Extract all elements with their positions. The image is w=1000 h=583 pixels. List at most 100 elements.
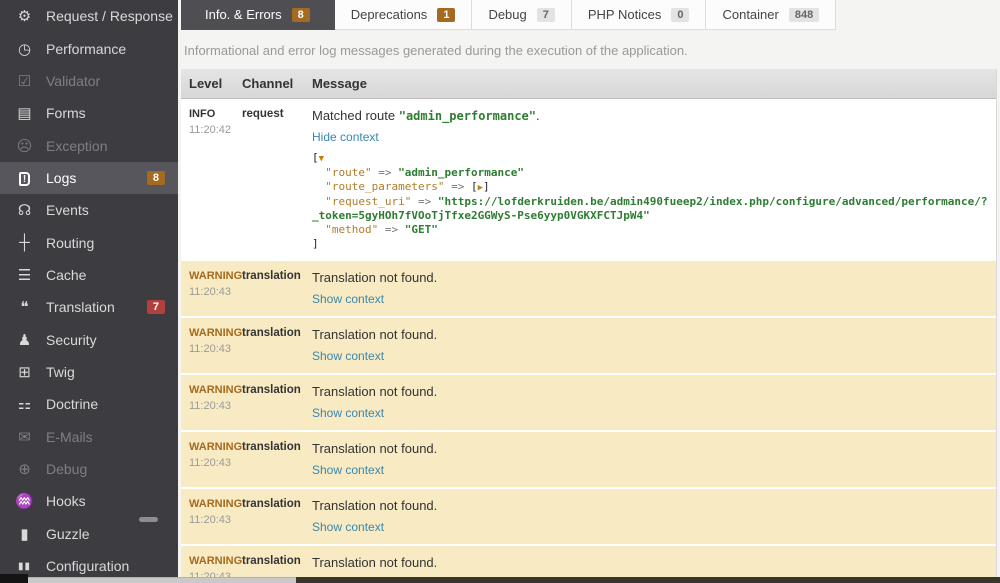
log-channel: translation <box>234 261 304 316</box>
message-cell: Translation not found. Show context <box>304 375 996 430</box>
log-time: 11:20:43 <box>189 400 226 412</box>
sidebar-item-label: Translation <box>46 299 115 315</box>
log-time: 11:20:43 <box>189 514 226 526</box>
log-level: WARNING <box>189 441 226 453</box>
translate-icon: ❝ <box>13 298 36 316</box>
sidebar-item-translation[interactable]: ❝ Translation 7 <box>0 291 178 323</box>
log-time: 11:20:42 <box>189 124 226 136</box>
log-channel: translation <box>234 375 304 430</box>
level-cell: WARNING 11:20:43 <box>181 489 234 544</box>
dump-line: "route_parameters" => [▶] <box>312 180 988 195</box>
sidebar-item-hooks[interactable]: ♒Hooks <box>0 485 178 517</box>
sidebar-badge: 8 <box>147 171 165 185</box>
tab-debug[interactable]: Debug7 <box>472 0 571 30</box>
column-header-level: Level <box>181 69 234 98</box>
context-toggle-link[interactable]: Show context <box>312 292 384 306</box>
sidebar-item-label: Logs <box>46 170 76 186</box>
sidebar-item-routing[interactable]: ┼Routing <box>0 226 178 258</box>
panel-description: Informational and error log messages gen… <box>184 43 997 58</box>
logs-panel: Info. & Errors8Deprecations1Debug7PHP No… <box>181 0 1000 583</box>
log-level: INFO <box>189 108 226 120</box>
sidebar-item-label: Configuration <box>46 558 129 574</box>
message-text: Translation not found. <box>312 270 437 285</box>
message-text: Translation not found. <box>312 498 437 513</box>
sidebar-item-label: Exception <box>46 138 107 154</box>
sidebar-item-performance[interactable]: ◷Performance <box>0 32 178 64</box>
log-level: WARNING <box>189 498 226 510</box>
tab-container[interactable]: Container848 <box>706 0 836 30</box>
message-text: Translation not found. <box>312 384 437 399</box>
log-channel: translation <box>234 432 304 487</box>
sidebar-item-forms[interactable]: ▤Forms <box>0 97 178 129</box>
log-table: LevelChannelMessage INFO11:20:42requestM… <box>181 69 997 583</box>
log-channel: translation <box>234 489 304 544</box>
sidebar-item-doctrine[interactable]: ⚏Doctrine <box>0 388 178 420</box>
sidebar-item-label: Doctrine <box>46 396 98 412</box>
sidebar-item-label: Performance <box>46 41 126 57</box>
debug-icon: ⊕ <box>13 460 36 478</box>
tab-php-notices[interactable]: PHP Notices0 <box>572 0 707 30</box>
horizontal-scrollbar-thumb[interactable] <box>296 577 1000 583</box>
context-toggle-link[interactable]: Hide context <box>312 130 379 144</box>
sidebar-item-exception: ☹ Exception <box>0 129 178 161</box>
sidebar-item-security[interactable]: ♟Security <box>0 323 178 355</box>
log-row: WARNING 11:20:43 translation Translation no… <box>181 430 996 487</box>
context-toggle-link[interactable]: Show context <box>312 520 384 534</box>
level-cell: INFO 11:20:42 <box>181 99 234 259</box>
sidebar-item-label: Validator <box>46 73 100 89</box>
log-message: Matched route "admin_performance". <box>312 108 988 123</box>
sidebar-item-request-response[interactable]: ⚙Request / Response <box>0 0 178 32</box>
sidebar-item-cache[interactable]: ☰Cache <box>0 259 178 291</box>
log-time: 11:20:43 <box>189 286 226 298</box>
log-message: Translation not found. <box>312 384 988 399</box>
table-header-row: LevelChannelMessage <box>181 69 996 99</box>
context-toggle-link[interactable]: Show context <box>312 463 384 477</box>
log-message: Translation not found. <box>312 270 988 285</box>
sidebar-item-logs[interactable]: ! Logs 8 <box>0 162 178 194</box>
context-toggle-link[interactable]: Show context <box>312 349 384 363</box>
antenna-icon: ♒ <box>13 492 36 510</box>
scrollbar-corner <box>0 574 28 583</box>
log-row: WARNING11:20:43translation Translation no… <box>181 259 996 316</box>
level-cell: WARNING11:20:43 <box>181 261 234 316</box>
sidebar-badge: 7 <box>147 300 165 314</box>
window-icon: ⊞ <box>13 363 36 381</box>
sidebar-scrollbar-thumb[interactable] <box>139 517 158 522</box>
level-cell: WARNING11:20:43 <box>181 318 234 373</box>
sidebar-item-twig[interactable]: ⊞Twig <box>0 356 178 388</box>
layers-icon: ☰ <box>13 266 36 284</box>
log-row: WARNING11:20:43translationTranslation no… <box>181 316 996 373</box>
log-row: WARNING11:20:43translationTranslation no… <box>181 373 996 430</box>
sidebar-item-label: Forms <box>46 105 86 121</box>
sidebar-item-label: Request / Response <box>46 8 173 24</box>
log-row: WARNING11:20:43translationTranslation no… <box>181 487 996 544</box>
log-time: 11:20:43 <box>189 457 226 469</box>
dump-line: ] <box>312 237 988 251</box>
log-book-icon: ! <box>13 169 36 186</box>
dump-toggle-icon[interactable]: ▼ <box>319 154 324 164</box>
context-toggle-link[interactable]: Show context <box>312 406 384 420</box>
log-level: WARNING <box>189 384 226 396</box>
log-message: Translation not found. <box>312 498 988 513</box>
ghost-icon: ☹ <box>13 137 36 155</box>
tab-info-errors[interactable]: Info. & Errors8 <box>181 0 335 30</box>
tab-count-badge: 848 <box>789 8 819 22</box>
message-text: Translation not found. <box>312 555 437 570</box>
sidebar-item-events[interactable]: ☊Events <box>0 194 178 226</box>
log-row: INFO 11:20:42 request Matched route "admin_… <box>181 99 996 259</box>
log-channel: request <box>234 99 304 259</box>
message-cell: Translation not found. Show context <box>304 318 996 373</box>
message-cell: Translation not found. Show context <box>304 489 996 544</box>
message-text: Translation not found. <box>312 441 437 456</box>
log-message: Translation not found. <box>312 327 988 342</box>
tab-deprecations[interactable]: Deprecations1 <box>335 0 473 30</box>
checkbox-icon: ☑ <box>13 72 36 90</box>
log-time: 11:20:43 <box>189 343 226 355</box>
log-tabs: Info. & Errors8Deprecations1Debug7PHP No… <box>181 0 1000 30</box>
sidebar-item-label: Routing <box>46 235 94 251</box>
log-message: Translation not found. <box>312 441 988 456</box>
dump-string-value: "GET" <box>405 223 438 236</box>
column-header-message: Message <box>304 69 996 98</box>
log-message: Translation not found. <box>312 555 988 570</box>
sidebar-item-guzzle[interactable]: ▮Guzzle <box>0 518 178 550</box>
